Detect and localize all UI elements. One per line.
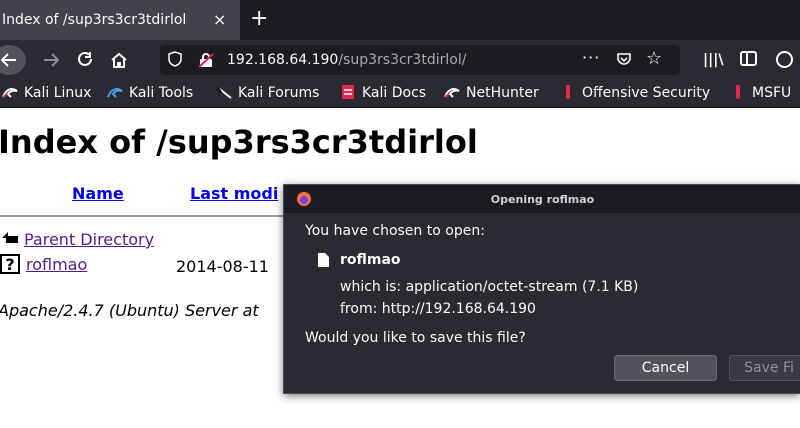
url-path: /sup3rs3cr3tdirlol/	[338, 52, 467, 68]
url-host: 192.168.64.190	[227, 52, 339, 68]
bookmark-label: Kali Tools	[129, 85, 194, 101]
bookmark-offensive-security[interactable]: Offensive Security	[560, 85, 710, 101]
close-tab-icon[interactable]: ×	[213, 10, 226, 29]
navigation-toolbar: 192.168.64.190/sup3rs3cr3tdirlol/ ··· ☆ …	[0, 40, 800, 80]
bookmark-label: Kali Linux	[24, 85, 92, 101]
sidebar-icon[interactable]	[740, 51, 757, 66]
svg-text:?: ?	[5, 255, 14, 274]
bookmarks-toolbar: Kali Linux Kali Tools Kali Forums Kali D…	[0, 80, 800, 108]
list-item-parent: Parent Directory	[0, 229, 154, 249]
reload-button[interactable]	[72, 48, 98, 72]
address-bar[interactable]: 192.168.64.190/sup3rs3cr3tdirlol/ ··· ☆	[160, 45, 680, 75]
column-header-name[interactable]: Name	[72, 184, 124, 203]
url-text[interactable]: 192.168.64.190/sup3rs3cr3tdirlol/	[227, 52, 466, 68]
kali-docs-icon	[342, 85, 354, 99]
file-type: which is: application/octet-stream (7.1 …	[340, 279, 639, 295]
bookmark-kali-tools[interactable]: Kali Tools	[107, 85, 193, 101]
dialog-titlebar: Opening roflmao	[284, 185, 800, 213]
open-file-dialog: Opening roflmao You have chosen to open:…	[283, 184, 800, 394]
kali-forums-icon	[216, 86, 232, 99]
page-title: Index of /sup3rs3cr3tdirlol	[0, 123, 478, 161]
unknown-file-icon: ?	[0, 254, 20, 274]
tab-title: Index of /sup3rs3cr3tdirlol	[2, 12, 187, 28]
file-date: 2014-08-11	[176, 257, 269, 276]
new-tab-button[interactable]: +	[250, 6, 268, 31]
library-icon[interactable]: |||\	[703, 52, 723, 68]
bookmark-nethunter[interactable]: NetHunter	[444, 85, 539, 101]
bookmark-msfu[interactable]: MSFU	[730, 85, 791, 101]
bookmark-label: Kali Forums	[238, 85, 320, 101]
file-source: from: http://192.168.64.190	[340, 301, 536, 317]
browser-tab[interactable]: Index of /sup3rs3cr3tdirlol ×	[0, 0, 240, 40]
bookmark-kali-forums[interactable]: Kali Forums	[216, 85, 319, 101]
chosen-label: You have chosen to open:	[305, 223, 485, 239]
forward-arrow-icon	[44, 53, 60, 67]
file-icon	[318, 253, 329, 267]
back-arrow-icon	[0, 53, 16, 67]
insecure-lock-icon[interactable]	[198, 52, 214, 68]
dialog-title: Opening roflmao	[490, 193, 595, 206]
bookmark-label: MSFU	[752, 85, 792, 101]
column-header-last-modified[interactable]: Last modi	[190, 184, 278, 203]
save-file-button[interactable]: Save Fi	[729, 355, 800, 381]
tab-bar: Index of /sup3rs3cr3tdirlol × +	[0, 0, 800, 40]
kali-dragon-icon	[2, 88, 18, 98]
divider	[0, 215, 300, 217]
forward-button[interactable]	[38, 48, 64, 72]
bookmark-label: Offensive Security	[582, 85, 711, 101]
back-folder-icon	[2, 232, 18, 243]
dialog-filename: roflmao	[340, 252, 401, 268]
offsec-icon	[566, 85, 570, 99]
tracking-protection-shield-icon[interactable]	[168, 51, 182, 67]
bookmark-label: Kali Docs	[362, 85, 427, 101]
server-signature: Apache/2.4.7 (Ubuntu) Server at	[0, 301, 259, 320]
file-link-roflmao[interactable]: roflmao	[26, 255, 87, 274]
parent-directory-link[interactable]: Parent Directory	[24, 230, 154, 249]
cancel-button[interactable]: Cancel	[614, 355, 717, 381]
bookmark-star-icon[interactable]: ☆	[646, 48, 662, 69]
bookmark-kali-docs[interactable]: Kali Docs	[340, 85, 426, 101]
home-icon	[111, 52, 127, 68]
bookmark-kali-linux[interactable]: Kali Linux	[2, 85, 91, 101]
pocket-icon[interactable]	[616, 51, 632, 67]
reload-icon	[78, 51, 92, 66]
bookmark-label: NetHunter	[466, 85, 539, 101]
save-question: Would you like to save this file?	[305, 330, 526, 346]
page-actions-menu-icon[interactable]: ···	[582, 48, 600, 67]
account-icon[interactable]	[776, 51, 793, 68]
nethunter-icon	[444, 88, 460, 98]
kali-dragon-icon	[107, 88, 123, 98]
offsec-icon	[736, 85, 740, 99]
home-button[interactable]	[106, 48, 132, 72]
list-item-file: ? roflmao	[0, 254, 87, 274]
back-button[interactable]	[0, 45, 26, 75]
